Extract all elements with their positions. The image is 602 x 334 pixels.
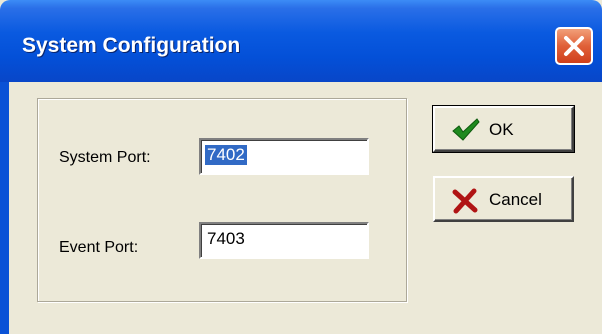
event-port-label: Event Port:	[59, 239, 139, 256]
title-bar[interactable]: System Configuration	[0, 0, 602, 82]
close-button[interactable]	[555, 27, 593, 65]
x-icon	[452, 188, 478, 214]
system-port-label: System Port:	[59, 149, 151, 166]
ports-group-box	[37, 98, 407, 302]
ok-button-label: OK	[489, 120, 514, 139]
close-icon	[564, 36, 584, 56]
event-port-field[interactable]: 7403	[199, 222, 369, 259]
cancel-button-label: Cancel	[489, 190, 542, 209]
dialog-window: System Configuration System Port: 7402 E…	[0, 0, 602, 334]
cancel-button[interactable]: Cancel	[433, 176, 574, 222]
ok-button[interactable]: OK	[432, 105, 575, 153]
checkmark-icon	[452, 118, 480, 141]
window-border	[0, 82, 9, 334]
system-port-field[interactable]: 7402	[199, 138, 369, 175]
window-title: System Configuration	[22, 34, 241, 57]
system-port-value: 7402	[205, 145, 247, 165]
event-port-value: 7403	[207, 229, 245, 248]
